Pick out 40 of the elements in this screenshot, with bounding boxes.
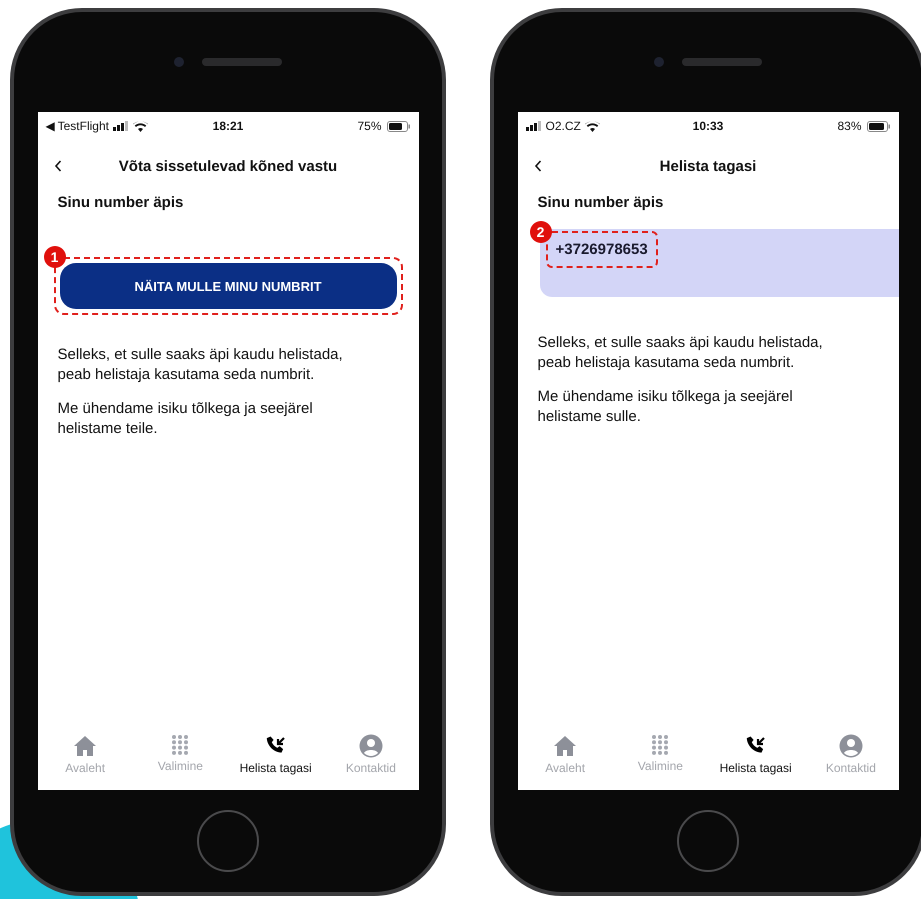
carrier-name: ◀ TestFlight — [46, 119, 109, 133]
battery-icon — [866, 120, 890, 132]
tab-bar-item[interactable]: Helista tagasi — [228, 734, 324, 790]
wifi-icon — [584, 120, 600, 132]
screen-title: Võta sissetulevad kõned vastu — [118, 158, 338, 174]
camera — [654, 57, 664, 67]
home-icon — [553, 734, 578, 758]
status-time: 18:21 — [212, 119, 244, 133]
battery-icon — [386, 120, 410, 132]
info-text: Selleks, et sulle saaks äpi kaudu helistada, peab helistaja kasutama seda numbrit. — [58, 345, 344, 385]
phone-number: +3726978653 — [546, 231, 658, 268]
camera — [174, 57, 184, 67]
home-icon — [73, 734, 98, 758]
signal-icon — [112, 121, 129, 131]
battery-percentage: 75% — [357, 119, 382, 133]
section-label: Sinu number äpis — [536, 193, 664, 211]
tab-bar-item[interactable]: Kontaktid — [803, 734, 898, 790]
screen-title: Helista tagasi — [658, 158, 758, 174]
show-number-button[interactable]: NÄITA MULLE MINU NUMBRIT — [60, 263, 396, 309]
info-text: Selleks, et sulle saaks äpi kaudu helistada, peab helistaja kasutama seda numbrit. — [538, 333, 824, 373]
status-time: 10:33 — [692, 119, 724, 133]
wifi-icon — [132, 120, 148, 132]
tab-bar-item[interactable]: Valimine — [132, 734, 228, 790]
user-icon — [838, 734, 863, 758]
signal-icon — [526, 121, 542, 131]
tab-bar-item[interactable]: Kontaktid — [323, 734, 418, 790]
section-label: Sinu number äpis — [56, 193, 184, 211]
annotation-badge: 2 — [530, 221, 552, 243]
tab-bar-item[interactable]: Avaleht — [38, 734, 133, 790]
back-icon — [54, 160, 62, 172]
tab-bar-item[interactable]: Helista tagasi — [708, 734, 804, 790]
tab-bar-item[interactable]: Valimine — [612, 734, 708, 790]
info-text: Me ühendame isiku tõlkega ja seejärel helistame sulle. — [538, 387, 794, 427]
carrier-name: O2.CZ — [546, 119, 581, 133]
user-icon — [358, 734, 383, 758]
battery-percentage: 83% — [837, 119, 862, 133]
tab-bar-item[interactable]: Avaleht — [518, 734, 613, 790]
annotation-badge: 1 — [44, 246, 66, 268]
back-icon — [534, 160, 542, 172]
info-text: Me ühendame isiku tõlkega ja seejärel helistame teile. — [58, 399, 314, 439]
